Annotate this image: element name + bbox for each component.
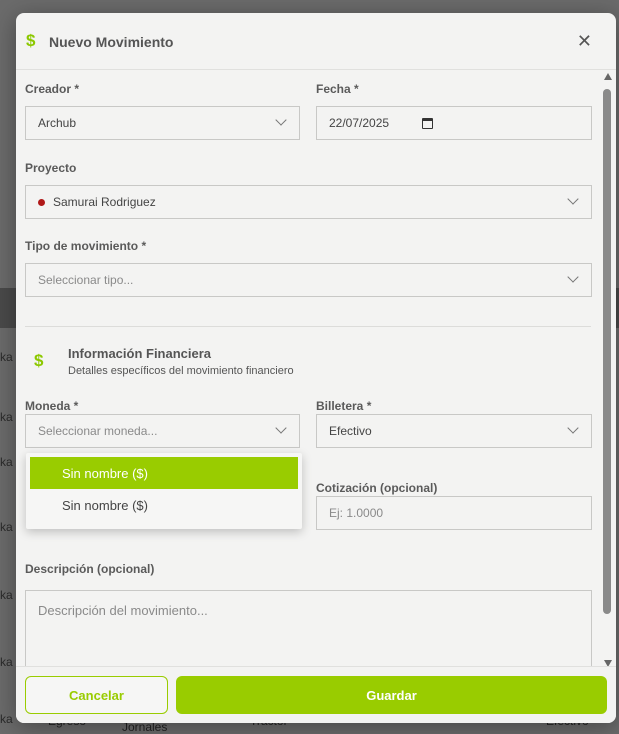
proyecto-value: Samurai Rodriguez (53, 195, 156, 209)
creador-select[interactable]: Archub (25, 106, 300, 140)
moneda-label: Moneda * (25, 399, 79, 413)
new-movement-modal: $ Nuevo Movimiento ✕ Creador * Archub Fe… (16, 13, 616, 723)
proyecto-select[interactable]: Samurai Rodriguez (25, 185, 592, 219)
background-row-text: ka (0, 520, 13, 534)
modal-footer: Cancelar Guardar (16, 666, 616, 723)
modal-scrollbar[interactable] (602, 73, 613, 667)
cancel-button[interactable]: Cancelar (25, 676, 168, 714)
financial-section-title: Información Financiera (68, 346, 212, 361)
fecha-value: 22/07/2025 (329, 116, 390, 130)
background-row-text: ka (0, 410, 13, 424)
section-divider (25, 326, 591, 327)
moneda-placeholder: Seleccionar moneda... (38, 424, 158, 438)
calendar-icon[interactable] (422, 118, 433, 129)
scrollbar-thumb[interactable] (603, 89, 611, 614)
moneda-select[interactable]: Seleccionar moneda... (25, 414, 300, 448)
creador-label: Creador * (25, 82, 80, 96)
cotizacion-input[interactable]: Ej: 1.0000 (316, 496, 592, 530)
background-row-text: ka (0, 455, 13, 469)
cotizacion-placeholder: Ej: 1.0000 (329, 506, 384, 520)
background-row-text: ka (0, 712, 13, 726)
proyecto-label: Proyecto (25, 161, 77, 175)
modal-body: Creador * Archub Fecha * 22/07/2025 Proy… (16, 70, 600, 666)
chevron-down-icon (567, 193, 579, 205)
dollar-icon: $ (26, 31, 36, 50)
billetera-value: Efectivo (329, 424, 372, 438)
scroll-up-icon[interactable] (604, 73, 612, 80)
modal-header: $ Nuevo Movimiento ✕ (16, 13, 616, 70)
descripcion-textarea[interactable]: Descripción del movimiento... (25, 590, 592, 666)
chevron-down-icon (567, 422, 579, 434)
descripcion-placeholder: Descripción del movimiento... (38, 603, 208, 618)
creador-value: Archub (38, 116, 77, 130)
background-row-text: ka (0, 588, 13, 602)
moneda-option[interactable]: Sin nombre ($) (30, 489, 298, 521)
modal-title: Nuevo Movimiento (49, 34, 174, 50)
dollar-icon: $ (34, 351, 44, 370)
moneda-dropdown-menu: Sin nombre ($) Sin nombre ($) (26, 453, 302, 529)
fecha-label: Fecha * (316, 82, 359, 96)
cotizacion-label: Cotización (opcional) (316, 481, 438, 495)
billetera-select[interactable]: Efectivo (316, 414, 592, 448)
save-button[interactable]: Guardar (176, 676, 607, 714)
descripcion-label: Descripción (opcional) (25, 562, 155, 576)
financial-section-subtitle: Detalles específicos del movimiento fina… (68, 365, 294, 377)
background-row-text: ka (0, 655, 13, 669)
fecha-input[interactable]: 22/07/2025 (316, 106, 592, 140)
moneda-option[interactable]: Sin nombre ($) (30, 457, 298, 489)
tipo-placeholder: Seleccionar tipo... (38, 273, 134, 287)
billetera-label: Billetera * (316, 399, 372, 413)
chevron-down-icon (567, 271, 579, 283)
tipo-label: Tipo de movimiento * (25, 239, 147, 253)
tipo-select[interactable]: Seleccionar tipo... (25, 263, 592, 297)
chevron-down-icon (275, 114, 287, 126)
project-color-dot (38, 198, 45, 206)
chevron-down-icon (275, 422, 287, 434)
background-row-text: ka (0, 350, 13, 364)
close-icon[interactable]: ✕ (577, 31, 592, 52)
